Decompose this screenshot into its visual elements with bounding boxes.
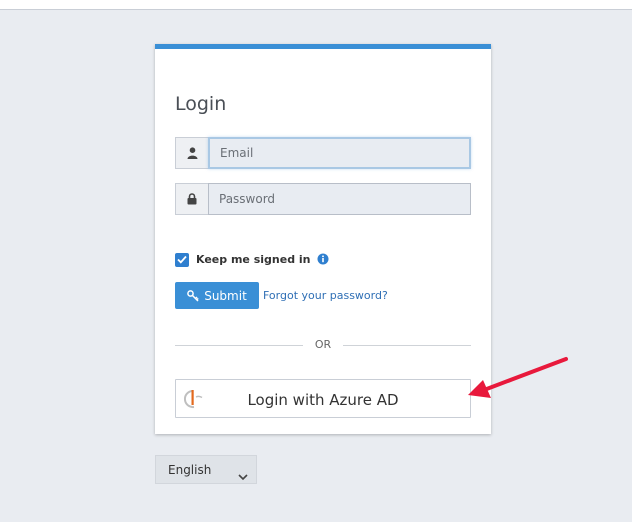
password-field <box>175 183 471 215</box>
divider-line-right <box>343 345 471 346</box>
lock-icon <box>175 183 208 215</box>
arrow-annotation <box>468 357 568 398</box>
remember-label[interactable]: Keep me signed in <box>196 253 311 266</box>
login-card: Login Keep me signed in Submit Forgot yo… <box>155 44 491 434</box>
chevron-down-icon <box>238 466 248 485</box>
page-title: Login <box>175 93 227 115</box>
azure-login-label: Login with Azure AD <box>247 391 399 409</box>
azure-login-button[interactable]: Login with Azure AD <box>175 379 471 418</box>
remember-row: Keep me signed in <box>175 250 329 269</box>
submit-label: Submit <box>204 288 247 303</box>
forgot-password-link[interactable]: Forgot your password? <box>263 289 388 302</box>
top-bar <box>0 0 632 10</box>
password-input[interactable] <box>208 183 471 215</box>
or-separator: OR <box>314 338 332 351</box>
key-icon <box>187 289 199 302</box>
user-icon <box>175 137 208 169</box>
language-select[interactable]: English <box>155 455 257 484</box>
language-value: English <box>168 463 212 477</box>
remember-checkbox[interactable] <box>175 252 189 267</box>
info-icon[interactable] <box>317 250 329 269</box>
submit-button[interactable]: Submit <box>175 282 259 309</box>
check-icon <box>177 255 187 264</box>
email-field <box>175 137 471 169</box>
divider-line-left <box>175 345 303 346</box>
email-input[interactable] <box>208 137 471 169</box>
